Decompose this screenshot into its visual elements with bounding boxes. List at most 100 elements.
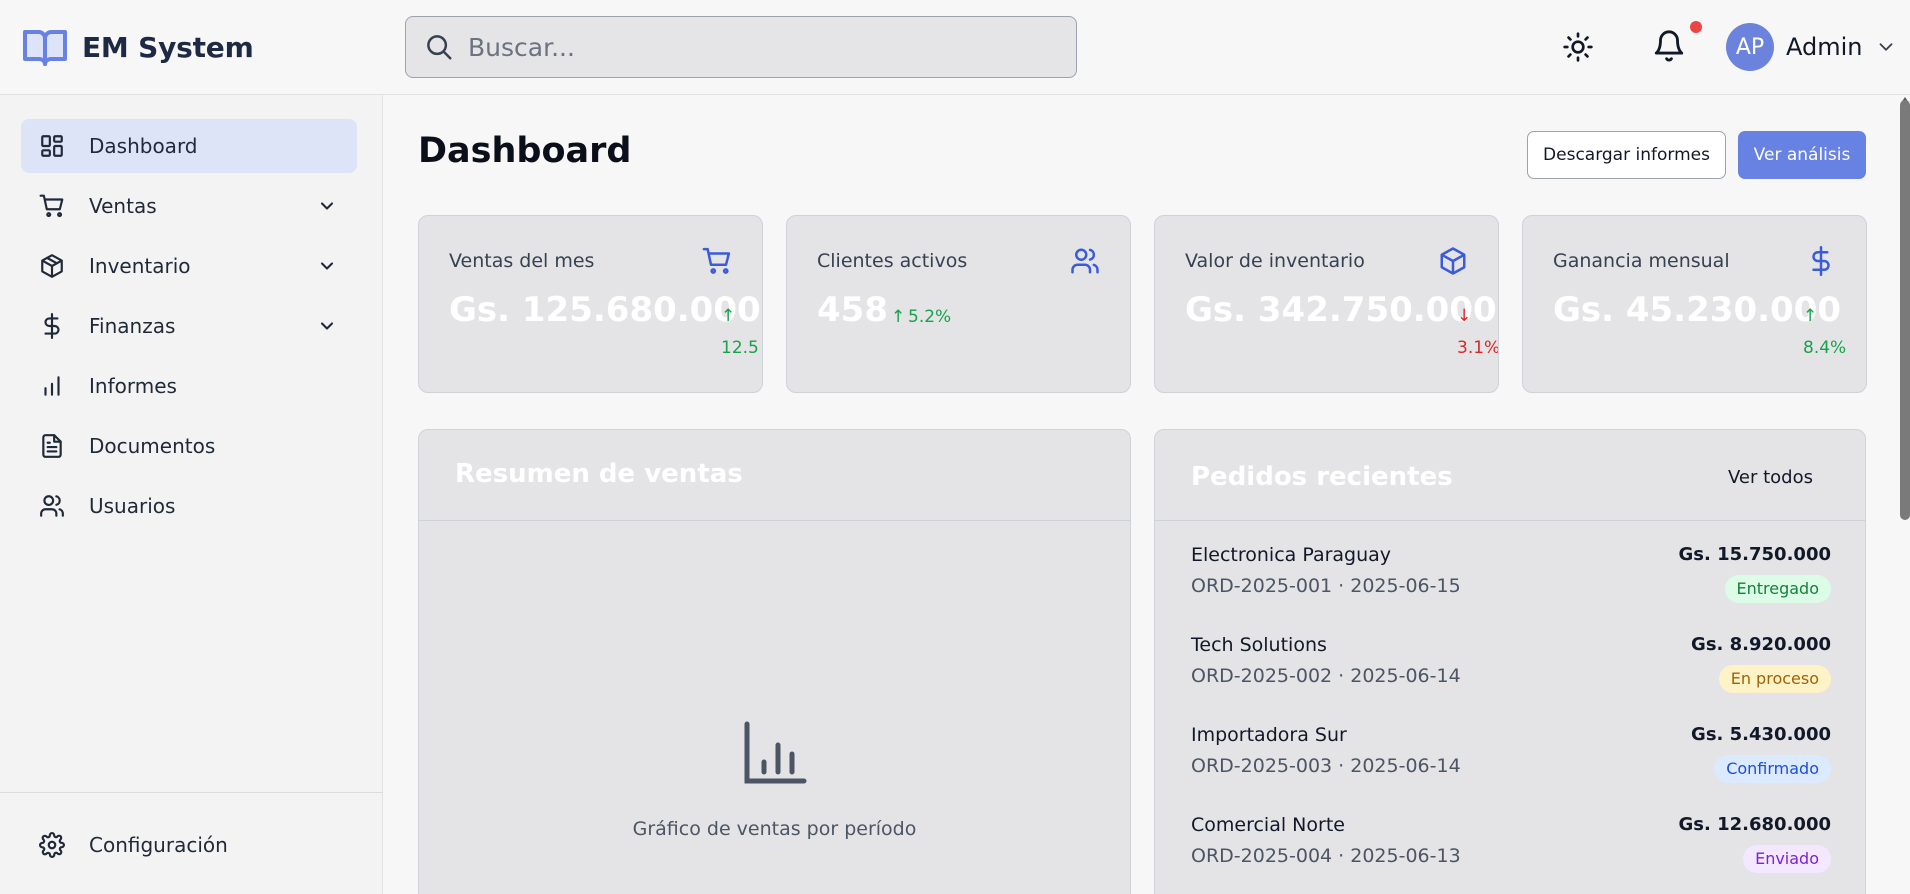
stat-value: Gs. 342.750.000 <box>1185 290 1497 330</box>
scrollbar[interactable] <box>1900 100 1910 520</box>
search-input[interactable] <box>468 32 1048 62</box>
stat-label: Ventas del mes <box>449 250 595 272</box>
users-icon <box>1070 246 1100 276</box>
status-badge: Confirmado <box>1714 755 1831 783</box>
package-icon <box>39 253 65 279</box>
sidebar-item-label: Inventario <box>89 254 191 278</box>
status-badge: En proceso <box>1718 665 1831 693</box>
order-amount: Gs. 15.750.000 <box>1678 544 1831 565</box>
order-amount: Gs. 5.430.000 <box>1691 724 1831 745</box>
status-badge: Enviado <box>1743 845 1831 873</box>
sidebar-item-finanzas[interactable]: Finanzas <box>21 299 357 353</box>
list-item[interactable]: Tech Solutions ORD-2025-002 · 2025-06-14… <box>1191 634 1831 724</box>
sidebar: Dashboard Ventas Inventario Finanzas Inf… <box>0 95 383 894</box>
user-name: Admin <box>1786 33 1863 61</box>
sidebar-item-usuarios[interactable]: Usuarios <box>21 479 357 533</box>
sidebar-item-label: Usuarios <box>89 494 176 518</box>
stat-label: Clientes activos <box>817 250 968 272</box>
bar-chart-icon <box>39 373 65 399</box>
list-item[interactable]: Comercial Norte ORD-2025-004 · 2025-06-1… <box>1191 814 1831 894</box>
panel-header: Pedidos recientes Ver todos <box>1155 430 1865 521</box>
list-item[interactable]: Electronica Paraguay ORD-2025-001 · 2025… <box>1191 544 1831 634</box>
sidebar-item-label: Ventas <box>89 194 157 218</box>
order-customer: Electronica Paraguay <box>1191 544 1392 566</box>
stat-value: Gs. 125.680.000 <box>449 290 761 330</box>
stat-change-arrow: ↑ <box>891 307 906 327</box>
status-badge: Entregado <box>1724 575 1831 603</box>
stat-card-active-clients: Clientes activos 458 ↑ 5.2% <box>786 215 1131 393</box>
gear-icon <box>39 832 65 858</box>
notifications-button[interactable] <box>1652 29 1686 63</box>
document-icon <box>39 433 65 459</box>
sidebar-item-informes[interactable]: Informes <box>21 359 357 413</box>
order-meta: ORD-2025-002 · 2025-06-14 <box>1191 665 1461 687</box>
bell-icon <box>1652 29 1686 63</box>
order-meta: ORD-2025-004 · 2025-06-13 <box>1191 845 1461 867</box>
order-customer: Importadora Sur <box>1191 724 1347 746</box>
order-amount: Gs. 8.920.000 <box>1691 634 1831 655</box>
theme-toggle-button[interactable] <box>1562 31 1594 63</box>
stat-change: 5.2% <box>908 307 952 327</box>
chevron-down-icon <box>1875 36 1897 58</box>
sidebar-item-inventario[interactable]: Inventario <box>21 239 357 293</box>
stat-change: 3.1% <box>1457 338 1499 358</box>
user-menu[interactable]: AP Admin <box>1726 23 1897 71</box>
chevron-down-icon[interactable] <box>317 196 337 216</box>
view-all-button[interactable]: Ver todos <box>1728 467 1813 488</box>
search-icon <box>424 32 454 62</box>
panel-title: Pedidos recientes <box>1191 462 1453 492</box>
chevron-down-icon[interactable] <box>317 316 337 336</box>
cart-icon <box>702 246 732 276</box>
bar-chart-icon <box>742 720 808 786</box>
order-meta: ORD-2025-001 · 2025-06-15 <box>1191 575 1461 597</box>
settings-label: Configuración <box>89 833 228 857</box>
sidebar-divider <box>0 792 383 793</box>
sidebar-item-documentos[interactable]: Documentos <box>21 419 357 473</box>
page-title: Dashboard <box>418 131 632 171</box>
sidebar-item-ventas[interactable]: Ventas <box>21 179 357 233</box>
stat-change: 12.5 <box>721 338 759 358</box>
sidebar-item-label: Dashboard <box>89 134 198 158</box>
recent-orders-panel: Pedidos recientes Ver todos Electronica … <box>1154 429 1866 894</box>
stat-value: Gs. 45.230.000 <box>1553 290 1841 330</box>
stat-card-monthly-profit: Ganancia mensual Gs. 45.230.000 ↑ 8.4% <box>1522 215 1867 393</box>
dashboard-icon <box>39 133 65 159</box>
book-logo-icon <box>22 26 68 68</box>
stat-label: Ganancia mensual <box>1553 250 1730 272</box>
sidebar-item-label: Informes <box>89 374 177 398</box>
stat-change-arrow: ↑ <box>1803 306 1818 326</box>
download-reports-button[interactable]: Descargar informes <box>1527 131 1726 179</box>
sun-icon <box>1562 31 1594 63</box>
sidebar-item-label: Finanzas <box>89 314 176 338</box>
stat-card-inventory-value: Valor de inventario Gs. 342.750.000 ↓ 3.… <box>1154 215 1499 393</box>
list-item[interactable]: Importadora Sur ORD-2025-003 · 2025-06-1… <box>1191 724 1831 814</box>
order-customer: Comercial Norte <box>1191 814 1345 836</box>
panel-header: Resumen de ventas <box>419 430 1130 521</box>
brand[interactable]: EM System <box>22 26 254 68</box>
stat-change-arrow: ↑ <box>721 306 736 326</box>
stat-value: 458 <box>817 290 888 330</box>
stat-change-arrow: ↓ <box>1457 306 1472 326</box>
dollar-icon <box>39 313 65 339</box>
panel-title: Resumen de ventas <box>455 459 743 489</box>
app-name: EM System <box>82 30 254 64</box>
order-customer: Tech Solutions <box>1191 634 1327 656</box>
top-bar: EM System AP Admin <box>0 0 1910 95</box>
view-analysis-button[interactable]: Ver análisis <box>1738 131 1866 179</box>
sidebar-item-settings[interactable]: Configuración <box>21 818 357 872</box>
chart-placeholder-text: Gráfico de ventas por período <box>632 818 917 840</box>
stat-change: 8.4% <box>1803 338 1847 358</box>
search-box[interactable] <box>405 16 1077 78</box>
users-icon <box>39 493 65 519</box>
sidebar-nav: Dashboard Ventas Inventario Finanzas Inf… <box>21 119 357 539</box>
dollar-icon <box>1806 246 1836 276</box>
order-meta: ORD-2025-003 · 2025-06-14 <box>1191 755 1461 777</box>
stat-card-monthly-sales: Ventas del mes Gs. 125.680.000 ↑ 12.5 <box>418 215 763 393</box>
sidebar-item-dashboard[interactable]: Dashboard <box>21 119 357 173</box>
order-amount: Gs. 12.680.000 <box>1678 814 1831 835</box>
avatar: AP <box>1726 23 1774 71</box>
sales-summary-panel: Resumen de ventas Gráfico de ventas por … <box>418 429 1131 894</box>
chart-placeholder: Gráfico de ventas por período <box>419 720 1130 840</box>
chevron-down-icon[interactable] <box>317 256 337 276</box>
sidebar-item-label: Documentos <box>89 434 216 458</box>
